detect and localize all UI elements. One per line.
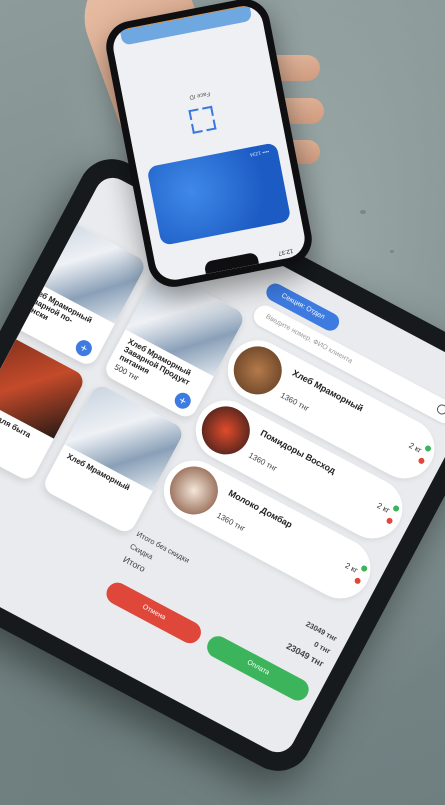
surface-speck bbox=[390, 250, 394, 253]
cart-price: 1360 тнг bbox=[215, 510, 247, 534]
face-id-icon bbox=[188, 105, 217, 134]
decrease-icon[interactable] bbox=[353, 576, 362, 585]
cart-qty: 2 кг bbox=[343, 560, 360, 576]
decrease-icon[interactable] bbox=[417, 456, 426, 465]
status-time: 12:37 bbox=[277, 247, 294, 256]
increase-icon[interactable] bbox=[392, 504, 401, 513]
search-icon bbox=[435, 402, 445, 417]
payment-card[interactable]: •••• 1234 bbox=[146, 142, 292, 246]
cart-price: 1360 тнг bbox=[247, 450, 279, 474]
surface-speck bbox=[360, 210, 366, 214]
increase-icon[interactable] bbox=[423, 444, 433, 453]
decrease-icon[interactable] bbox=[385, 516, 394, 525]
cart-price: 1360 тнг bbox=[278, 390, 311, 414]
increase-icon[interactable] bbox=[360, 564, 369, 573]
phone-notch bbox=[203, 251, 259, 274]
card-number: •••• 1234 bbox=[249, 147, 271, 158]
cart-qty: 2 кг bbox=[407, 440, 424, 455]
cart-qty: 2 кг bbox=[375, 500, 392, 515]
photo-scene: Хлеб Мраморный Заварной по-фински + Хлеб… bbox=[0, 0, 445, 805]
